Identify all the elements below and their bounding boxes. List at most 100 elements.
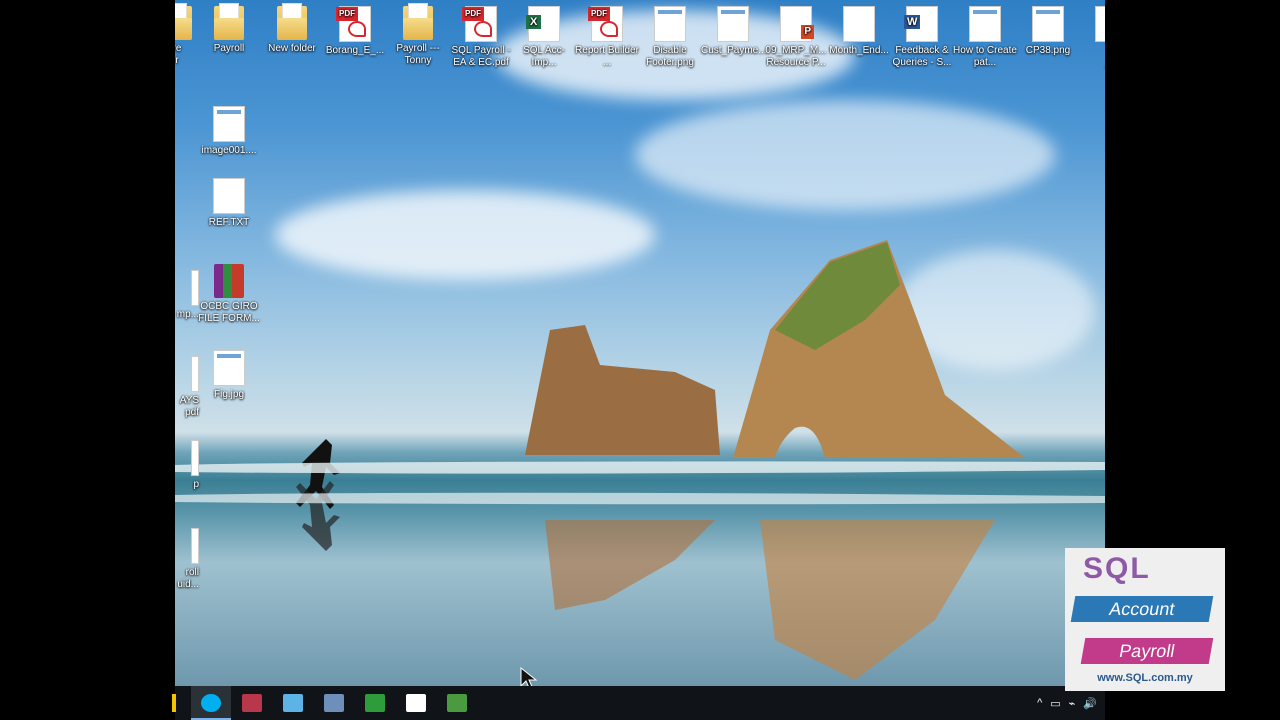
desktop-icon-label: AYS pdf	[179, 395, 199, 418]
file-icon	[191, 356, 199, 392]
camtasia-white-icon	[406, 694, 426, 712]
blank-file-icon	[843, 6, 875, 42]
desktop-icon-label: Disable Footer.png	[646, 45, 694, 68]
desktop-icon[interactable]: OCBC GIRO FILE FORM...	[197, 264, 261, 325]
desktop-icon-label: Report Builder ...	[575, 45, 639, 68]
pdf-file-icon	[462, 6, 497, 42]
desktop-icon-label: roll uid...	[177, 567, 199, 590]
pdf-file-icon	[336, 6, 371, 42]
taskbar-app-button[interactable]	[273, 686, 313, 720]
show-hidden-icons[interactable]: ^	[1037, 697, 1042, 709]
winrar-icon	[242, 694, 262, 712]
network-icon[interactable]: ⌁	[1069, 697, 1076, 710]
desktop-icon-label: Cust_Payme...	[701, 45, 767, 56]
rock-formations	[175, 240, 1105, 686]
desktop-icon-label: Borang_E_...	[325, 45, 385, 56]
desktop-icon-label: Month_End...	[829, 45, 889, 56]
desktop-icon[interactable]: How to Create pat...	[953, 6, 1017, 69]
taskbar: ^ ▭ ⌁ 🔊	[172, 686, 1105, 720]
desktop-icon[interactable]: M _F	[1079, 6, 1105, 69]
start-icon	[172, 694, 176, 712]
desktop-icon[interactable]: Payroll	[197, 3, 261, 55]
pdf-file-icon	[588, 6, 623, 42]
watermark-account: Account	[1070, 596, 1214, 622]
desktop-icon-cutoff[interactable]: p	[175, 440, 199, 491]
desktop-icon[interactable]: Borang_E_...	[323, 6, 387, 57]
camtasia-green-icon	[365, 694, 385, 712]
desktop-icon-label: Payroll	[213, 43, 245, 54]
watermark-payroll: Payroll	[1080, 638, 1214, 664]
excel-file-icon	[526, 6, 560, 42]
action-center-icon[interactable]: ▭	[1050, 697, 1060, 710]
desktop[interactable]: re rPayrollNew folderBorang_E_...Payroll…	[175, 0, 1105, 686]
desktop-icon-label: 09_MRP_M... Resource P...	[765, 45, 827, 68]
text-file-icon	[213, 178, 245, 214]
desktop-icon-label: Fig.jpg	[213, 389, 244, 400]
taskbar-app-button[interactable]	[191, 686, 231, 720]
image-file-icon	[213, 350, 245, 386]
notepad-icon	[283, 694, 303, 712]
left-letterbox	[0, 0, 175, 720]
desktop-icon-cutoff[interactable]: roll uid...	[175, 528, 199, 591]
desktop-icon[interactable]: Month_End...	[827, 6, 891, 57]
taskbar-app-button[interactable]	[355, 686, 395, 720]
desktop-icon-cutoff[interactable]: AYS pdf	[175, 356, 199, 419]
desktop-icon[interactable]: REF.TXT	[197, 178, 261, 229]
desktop-icon[interactable]: Payroll --- Tonny	[386, 3, 450, 67]
desktop-icon[interactable]: Feedback & Queries - S...	[890, 6, 954, 69]
desktop-icon-label: Feedback & Queries - S...	[892, 45, 952, 68]
image-file-icon	[717, 6, 749, 42]
rar-file-icon	[214, 264, 244, 298]
desktop-icon-label: New folder	[268, 43, 316, 54]
start-edge[interactable]	[169, 686, 179, 720]
watermark-brand: SQL	[1083, 552, 1151, 585]
folder-file-icon	[175, 3, 192, 40]
image-file-icon	[213, 106, 245, 142]
file-icon	[191, 270, 199, 306]
desktop-icon[interactable]: Cust_Payme...	[701, 6, 767, 57]
folder-file-icon	[403, 3, 433, 40]
folder-file-icon	[214, 3, 244, 40]
desktop-icon[interactable]: Fig.jpg	[197, 350, 261, 401]
image-file-icon	[1032, 6, 1064, 42]
watermark-website: www.SQL.com.my	[1097, 672, 1193, 684]
window-app-icon	[324, 694, 344, 712]
file-icon	[191, 440, 199, 476]
image-file-icon	[654, 6, 686, 42]
taskbar-app-button[interactable]	[314, 686, 354, 720]
taskbar-app-button[interactable]	[232, 686, 272, 720]
desktop-icon[interactable]: New folder	[260, 3, 324, 55]
sql-payroll-icon	[447, 694, 467, 712]
desktop-icon[interactable]: Report Builder ...	[575, 6, 639, 69]
desktop-icon-label: REF.TXT	[208, 217, 250, 228]
desktop-icon-label: How to Create pat...	[953, 45, 1017, 68]
system-tray[interactable]: ^ ▭ ⌁ 🔊	[1037, 686, 1105, 720]
volume-icon[interactable]: 🔊	[1083, 697, 1097, 710]
blank-file-icon	[1095, 6, 1105, 42]
desktop-icon[interactable]: SQL Payroll - EA & EC.pdf	[449, 6, 513, 69]
taskbar-app-button[interactable]	[396, 686, 436, 720]
desktop-icon[interactable]: image001....	[197, 106, 261, 157]
desktop-icon-label: image001....	[201, 145, 257, 156]
word-file-icon	[904, 6, 938, 42]
file-icon	[191, 528, 199, 564]
desktop-icon-label: mp...	[176, 309, 199, 320]
desktop-icon-cutoff[interactable]: mp...	[175, 270, 199, 321]
desktop-icon[interactable]: Disable Footer.png	[638, 6, 702, 69]
desktop-icon[interactable]: 09_MRP_M... Resource P...	[764, 6, 828, 69]
desktop-icon-label: OCBC GIRO FILE FORM...	[198, 301, 260, 324]
desktop-icon[interactable]: CP38.png	[1016, 6, 1080, 57]
desktop-icon-label: Payroll --- Tonny	[396, 43, 440, 66]
desktop-icon-label: CP38.png	[1025, 45, 1071, 56]
image-file-icon	[969, 6, 1001, 42]
desktop-icon-label: SQL Acc-Imp...	[523, 45, 565, 68]
desktop-icon-label: SQL Payroll - EA & EC.pdf	[451, 45, 511, 68]
desktop-icon[interactable]: SQL Acc-Imp...	[512, 6, 576, 69]
desktop-icon-label: M _F	[1079, 45, 1105, 69]
taskbar-app-button[interactable]	[437, 686, 477, 720]
sql-watermark: SQL Account Payroll www.SQL.com.my	[1065, 548, 1225, 691]
skype-icon	[201, 694, 221, 712]
folder-file-icon	[277, 3, 307, 40]
ppt-file-icon	[780, 6, 814, 42]
desktop-icon-label: p	[193, 479, 199, 490]
